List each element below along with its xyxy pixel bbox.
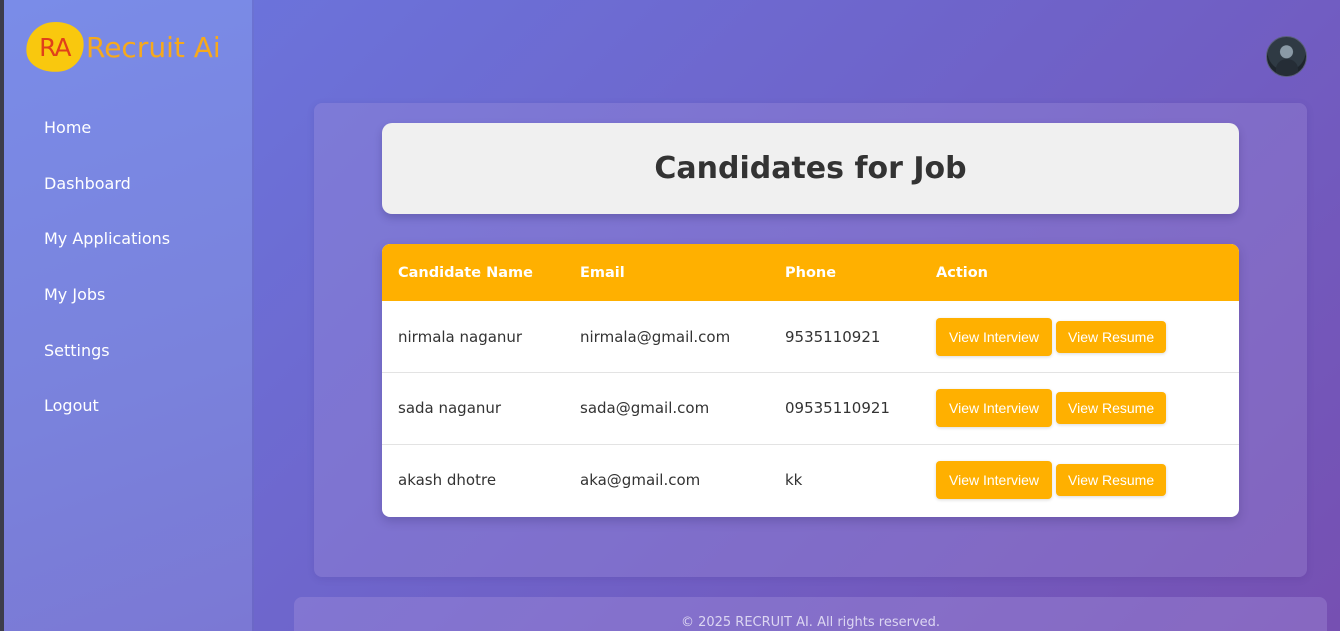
row-actions: View Interview View Resume: [920, 444, 1239, 516]
sidebar: RA Recruit Ai Home Dashboard My Applicat…: [4, 0, 254, 631]
candidate-phone: 9535110921: [785, 327, 881, 346]
candidates-table-card: Candidate Name Email Phone Action nirmal…: [382, 244, 1239, 517]
page-title: Candidates for Job: [654, 151, 967, 186]
candidate-name: nirmala naganur: [398, 327, 523, 346]
sidebar-item-my-applications[interactable]: My Applications: [44, 211, 170, 267]
view-interview-button[interactable]: View Interview: [936, 317, 1053, 356]
row-actions: View Interview View Resume: [920, 373, 1239, 445]
view-interview-button[interactable]: View Interview: [936, 389, 1053, 428]
candidate-name: sada naganur: [398, 399, 502, 418]
app-logo[interactable]: RA Recruit Ai: [22, 18, 221, 76]
candidate-phone: kk: [785, 471, 803, 489]
row-actions: View Interview View Resume: [920, 301, 1239, 373]
table-row: sada naganur sada@gmail.com 09535110921 …: [382, 372, 1239, 445]
logo-mark: RA: [39, 32, 71, 62]
sidebar-nav: Home Dashboard My Applications My Jobs S…: [44, 100, 170, 434]
column-header-email: Email: [580, 264, 625, 281]
view-interview-button[interactable]: View Interview: [936, 461, 1053, 499]
table-header-row: Candidate Name Email Phone Action: [382, 244, 1239, 301]
page-footer: © 2025 RECRUIT AI. All rights reserved.: [294, 597, 1327, 631]
view-resume-button[interactable]: View Resume: [1056, 464, 1167, 496]
column-header-name: Candidate Name: [398, 264, 533, 281]
candidate-email: nirmala@gmail.com: [580, 327, 731, 346]
footer-copyright: © 2025 RECRUIT AI. All rights reserved.: [680, 615, 941, 630]
candidate-phone: 09535110921: [785, 399, 890, 418]
candidate-email: sada@gmail.com: [580, 399, 710, 418]
sidebar-item-home[interactable]: Home: [44, 100, 170, 156]
sidebar-item-settings[interactable]: Settings: [44, 322, 170, 378]
candidate-name: akash dhotre: [398, 471, 497, 489]
column-header-phone: Phone: [785, 264, 837, 281]
sidebar-item-my-jobs[interactable]: My Jobs: [44, 267, 170, 323]
table-row: nirmala naganur nirmala@gmail.com 953511…: [382, 301, 1239, 373]
sidebar-item-logout[interactable]: Logout: [44, 378, 170, 434]
candidates-table: Candidate Name Email Phone Action nirmal…: [382, 244, 1239, 516]
page-title-card: Candidates for Job: [382, 123, 1239, 214]
logo-text: Recruit Ai: [86, 30, 221, 64]
column-header-action: Action: [936, 264, 989, 281]
user-avatar-icon[interactable]: [1266, 36, 1307, 77]
view-resume-button[interactable]: View Resume: [1056, 392, 1167, 425]
view-resume-button[interactable]: View Resume: [1056, 320, 1167, 353]
table-row: akash dhotre aka@gmail.com kk View Inter…: [382, 444, 1239, 516]
candidate-email: aka@gmail.com: [580, 471, 701, 489]
logo-badge: RA: [22, 18, 88, 76]
sidebar-item-dashboard[interactable]: Dashboard: [44, 156, 170, 212]
